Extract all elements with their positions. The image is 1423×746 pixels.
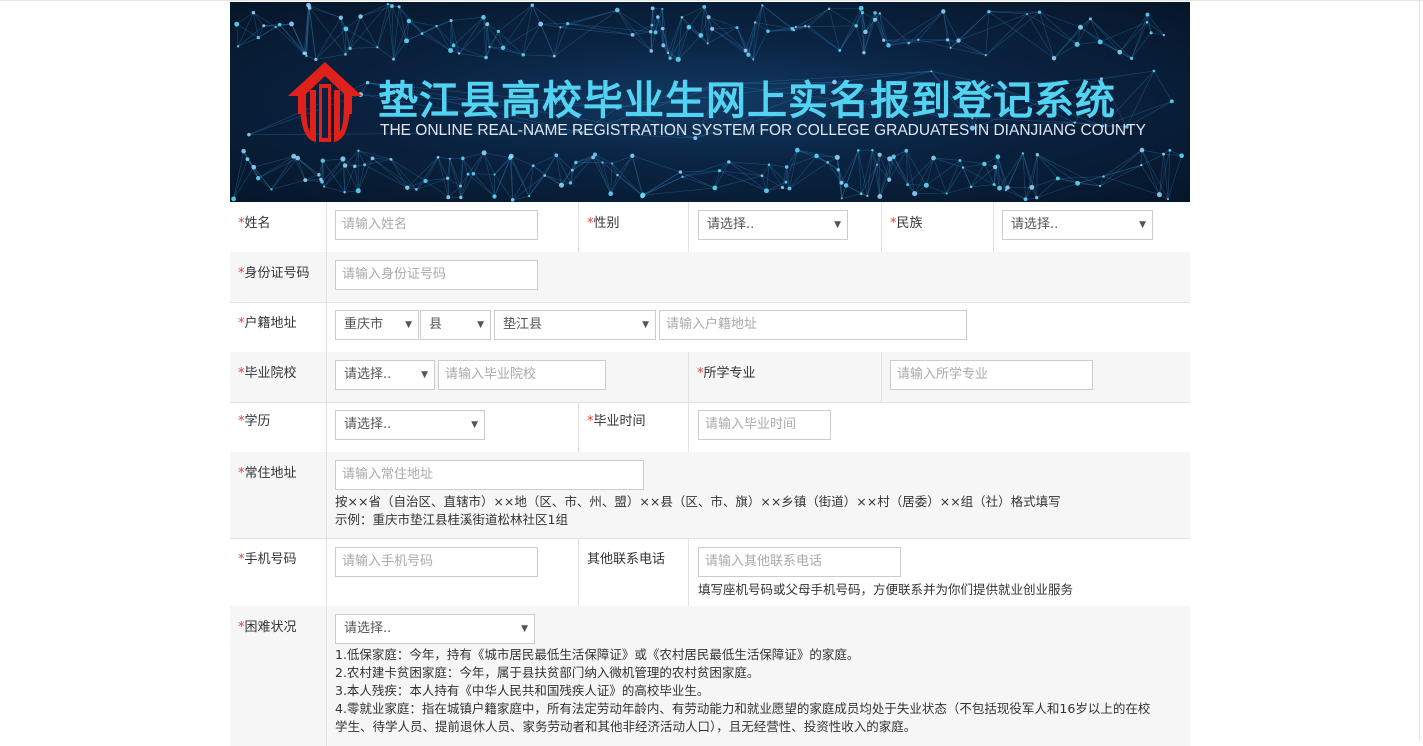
row-basic-info: *姓名 请输入姓名 *性别 请选择..▼ *民族 请选择..▼ (230, 202, 1190, 253)
hardship-note: 2.农村建卡贫困家庭：今年，属于县扶贫部门纳入微机管理的农村贫困家庭。 (335, 664, 759, 682)
chevron-down-icon: ▼ (521, 615, 528, 643)
row-school: *毕业院校 请选择..▼ 请输入毕业院校 *所学专业 请输入所学专业 (230, 352, 1190, 403)
hardship-note: 4.零就业家庭：指在城镇户籍家庭中，所有法定劳动年龄内、有劳动能力和就业愿望的家… (335, 700, 1150, 718)
school-label: *毕业院校 (238, 362, 297, 381)
scrollbar-edge (1419, 0, 1420, 741)
phone-input[interactable]: 请输入手机号码 (335, 547, 538, 577)
row-phone: *手机号码 请输入手机号码 其他联系电话 请输入其他联系电话 填写座机号码或父母… (230, 538, 1190, 607)
phone-label: *手机号码 (238, 548, 297, 567)
hardship-note: 1.低保家庭：今年，持有《城市居民最低生活保障证》或《农村居民最低生活保障证》的… (335, 646, 859, 664)
name-label: *姓名 (238, 212, 271, 231)
top-border (0, 0, 1423, 1)
ethnicity-select[interactable]: 请选择..▼ (1002, 210, 1153, 240)
major-label: *所学专业 (697, 362, 756, 381)
grad-time-label: *毕业时间 (587, 410, 646, 429)
education-select[interactable]: 请选择..▼ (335, 410, 485, 440)
county-select[interactable]: 垫江县▼ (494, 310, 656, 340)
major-input[interactable]: 请输入所学专业 (890, 360, 1093, 390)
system-subtitle: THE ONLINE REAL-NAME REGISTRATION SYSTEM… (380, 122, 1146, 140)
chevron-down-icon: ▼ (642, 311, 649, 339)
name-input[interactable]: 请输入姓名 (335, 210, 538, 240)
header-banner: 垫江县高校毕业生网上实名报到登记系统 THE ONLINE REAL-NAME … (230, 2, 1190, 202)
system-title: 垫江县高校毕业生网上实名报到登记系统 (378, 68, 1116, 126)
residence-label: *常住地址 (238, 462, 297, 481)
row-education: *学历 请选择..▼ *毕业时间 请输入毕业时间 (230, 402, 1190, 453)
other-phone-label: 其他联系电话 (587, 548, 665, 567)
chevron-down-icon: ▼ (405, 311, 412, 339)
row-id-number: *身份证号码 请输入身份证号码 (230, 252, 1190, 303)
city-select[interactable]: 县▼ (420, 310, 491, 340)
province-select[interactable]: 重庆市▼ (335, 310, 419, 340)
page-container: 垫江县高校毕业生网上实名报到登记系统 THE ONLINE REAL-NAME … (230, 2, 1190, 742)
other-phone-input[interactable]: 请输入其他联系电话 (698, 547, 901, 577)
hardship-select[interactable]: 请选择..▼ (335, 614, 535, 644)
id-number-label: *身份证号码 (238, 262, 310, 281)
residence-format-hint: 按××省（自治区、直辖市）××地（区、市、州、盟）××县（区、市、旗）××乡镇（… (335, 493, 1061, 511)
row-residence: *常住地址 请输入常住地址 按××省（自治区、直辖市）××地（区、市、州、盟）×… (230, 452, 1190, 539)
id-number-input[interactable]: 请输入身份证号码 (335, 260, 538, 290)
school-select[interactable]: 请选择..▼ (335, 360, 435, 390)
ethnicity-label: *民族 (890, 212, 923, 231)
chevron-down-icon: ▼ (471, 411, 478, 439)
hardship-label: *困难状况 (238, 616, 297, 635)
school-input[interactable]: 请输入毕业院校 (438, 360, 606, 390)
grad-time-input[interactable]: 请输入毕业时间 (698, 410, 831, 440)
residence-example-hint: 示例：重庆市垫江县桂溪街道松林社区1组 (335, 511, 568, 529)
chevron-down-icon: ▼ (834, 211, 841, 239)
gender-label: *性别 (587, 212, 620, 231)
education-label: *学历 (238, 410, 271, 429)
row-household-address: *户籍地址 重庆市▼ 县▼ 垫江县▼ 请输入户籍地址 (230, 302, 1190, 353)
chevron-down-icon: ▼ (1139, 211, 1146, 239)
hardship-note: 学生、待学人员、提前退休人员、家务劳动者和其他非经济活动人口），且无经营性、投资… (335, 718, 916, 736)
household-address-input[interactable]: 请输入户籍地址 (659, 310, 967, 340)
house-logo-icon (286, 60, 364, 144)
chevron-down-icon: ▼ (421, 361, 428, 389)
residence-input[interactable]: 请输入常住地址 (335, 460, 644, 490)
household-label: *户籍地址 (238, 312, 297, 331)
registration-form: *姓名 请输入姓名 *性别 请选择..▼ *民族 请选择..▼ *身份证号码 请… (230, 202, 1190, 742)
gender-select[interactable]: 请选择..▼ (698, 210, 848, 240)
chevron-down-icon: ▼ (477, 311, 484, 339)
other-phone-hint: 填写座机号码或父母手机号码，方便联系并为你们提供就业创业服务 (698, 581, 1073, 599)
hardship-note: 3.本人残疾：本人持有《中华人民共和国残疾人证》的高校毕业生。 (335, 682, 709, 700)
row-hardship: *困难状况 请选择..▼ 1.低保家庭：今年，持有《城市居民最低生活保障证》或《… (230, 606, 1190, 746)
